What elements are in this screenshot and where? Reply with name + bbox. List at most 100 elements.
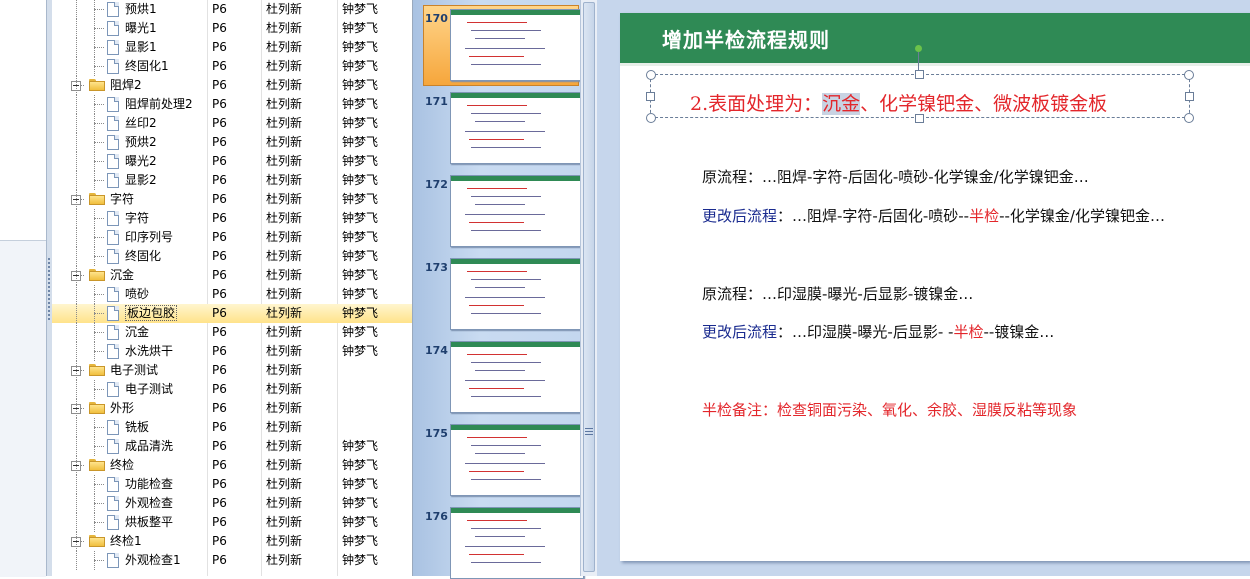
tree-row[interactable]: 终固化1 P6 杜列新 钟梦飞 (52, 57, 412, 76)
step-reviewer: 钟梦飞 (342, 171, 378, 190)
slide-heading[interactable]: 2.表面处理为：沉金、化学镍钯金、微波板镀金板 (690, 89, 1107, 116)
folder-icon (89, 364, 105, 376)
thumbnail-text-line (471, 528, 541, 529)
slide-title[interactable]: 增加半检流程规则 (662, 24, 830, 53)
tree-row[interactable]: 烘板整平 P6 杜列新 钟梦飞 (52, 513, 412, 532)
tree-row[interactable]: 显影1 P6 杜列新 钟梦飞 (52, 38, 412, 57)
resize-handle-bottom-right[interactable] (1184, 113, 1194, 123)
step-name-text: 沉金 (125, 325, 150, 339)
thumbnails-scrollbar[interactable] (580, 0, 598, 576)
step-reviewer: 钟梦飞 (342, 342, 378, 361)
step-code: P6 (212, 266, 227, 285)
tree-row[interactable]: 板边包胶 P6 杜列新 钟梦飞 (52, 304, 412, 323)
step-reviewer: 钟梦飞 (342, 247, 378, 266)
tree-folder-row[interactable]: 外形 P6 杜列新 (52, 399, 412, 418)
slide-thumbnail[interactable] (450, 175, 584, 247)
tree-folder-row[interactable]: 阻焊2 P6 杜列新 钟梦飞 (52, 76, 412, 95)
tree-row[interactable]: 预烘2 P6 杜列新 钟梦飞 (52, 133, 412, 152)
step-owner-text: 杜列新 (266, 553, 303, 567)
step-name-text: 终检1 (110, 534, 142, 548)
thumbnail-header-bar (451, 259, 583, 264)
tree-row[interactable]: 铣板 P6 杜列新 (52, 418, 412, 437)
tree-connector (76, 95, 77, 114)
step-code-text: P6 (212, 477, 227, 491)
tree-row[interactable]: 功能检查 P6 杜列新 钟梦飞 (52, 475, 412, 494)
resize-handle-right[interactable] (1185, 92, 1194, 101)
slide-thumbnail[interactable] (450, 424, 584, 496)
tree-folder-row[interactable]: 沉金 P6 杜列新 钟梦飞 (52, 266, 412, 285)
slide-canvas[interactable]: 增加半检流程规则 2.表面处理为：沉金、化学镍钯金、微波板镀金板 原流程：…阻焊… (620, 13, 1250, 561)
step-name: 水洗烘干 (125, 342, 173, 361)
folder-icon (89, 193, 105, 205)
slide-thumbnail[interactable] (450, 507, 584, 579)
resize-handle-bottom-left[interactable] (646, 113, 656, 123)
step-name: 终固化1 (125, 57, 169, 76)
resize-handle-top-right[interactable] (1184, 70, 1194, 80)
slide-thumbnail[interactable] (450, 258, 584, 330)
slide-thumbnail[interactable] (450, 9, 584, 81)
step-reviewer-text: 钟梦飞 (342, 553, 379, 567)
tree-row[interactable]: 印序列号 P6 杜列新 钟梦飞 (52, 228, 412, 247)
step-name-text: 板边包胶 (125, 305, 178, 321)
step-code: P6 (212, 532, 227, 551)
rotate-handle[interactable] (915, 45, 922, 52)
tree-row[interactable]: 外观检查1 P6 杜列新 钟梦飞 (52, 551, 412, 570)
tree-folder-row[interactable]: 电子测试 P6 杜列新 (52, 361, 412, 380)
slide-number: 174 (425, 344, 448, 357)
step-name-text: 终检 (110, 458, 135, 472)
step-name: 显影2 (125, 171, 157, 190)
step-owner-text: 杜列新 (266, 420, 303, 434)
step-name: 外形 (110, 399, 134, 418)
tree-row[interactable]: 成品清洗 P6 杜列新 钟梦飞 (52, 437, 412, 456)
tree-row[interactable]: 水洗烘干 P6 杜列新 钟梦飞 (52, 342, 412, 361)
step-owner-text: 杜列新 (266, 401, 303, 415)
tree-row[interactable]: 沉金 P6 杜列新 钟梦飞 (52, 323, 412, 342)
tree-row[interactable]: 电子测试 P6 杜列新 (52, 380, 412, 399)
step-code-text: P6 (212, 192, 227, 206)
step-name-text: 曝光1 (125, 21, 157, 35)
tree-folder-row[interactable]: 终检1 P6 杜列新 钟梦飞 (52, 532, 412, 551)
document-icon (107, 477, 119, 492)
step-code: P6 (212, 437, 227, 456)
document-icon (107, 2, 119, 17)
tree-connector (94, 123, 104, 124)
splitter-grip[interactable] (48, 258, 50, 320)
tree-row[interactable]: 曝光2 P6 杜列新 钟梦飞 (52, 152, 412, 171)
step-owner: 杜列新 (266, 133, 302, 152)
thumbnail-text-line (465, 131, 545, 132)
document-icon (107, 515, 119, 530)
tree-connector (94, 285, 95, 304)
step-name: 终检1 (110, 532, 142, 551)
tree-row[interactable]: 阻焊前处理2 P6 杜列新 钟梦飞 (52, 95, 412, 114)
resize-handle-top-left[interactable] (646, 70, 656, 80)
tree-row[interactable]: 丝印2 P6 杜列新 钟梦飞 (52, 114, 412, 133)
slide-number: 173 (425, 261, 448, 274)
tree-row[interactable]: 终固化 P6 杜列新 钟梦飞 (52, 247, 412, 266)
tree-connector (94, 133, 95, 152)
scrollbar-thumb[interactable] (583, 2, 595, 572)
tree-row[interactable]: 外观检查 P6 杜列新 钟梦飞 (52, 494, 412, 513)
step-code: P6 (212, 323, 227, 342)
tree-connector (94, 418, 95, 437)
tree-connector (94, 560, 104, 561)
step-code-text: P6 (212, 420, 227, 434)
tree-folder-row[interactable]: 字符 P6 杜列新 钟梦飞 (52, 190, 412, 209)
thumbnail-text-line (471, 147, 541, 148)
tree-row[interactable]: 显影2 P6 杜列新 钟梦飞 (52, 171, 412, 190)
slide-thumbnail[interactable] (450, 92, 584, 164)
tree-row[interactable]: 喷砂 P6 杜列新 钟梦飞 (52, 285, 412, 304)
tree-row[interactable]: 曝光1 P6 杜列新 钟梦飞 (52, 19, 412, 38)
step-owner: 杜列新 (266, 0, 302, 19)
resize-handle-left[interactable] (646, 92, 655, 101)
tree-connector (94, 351, 104, 352)
tree-connector (76, 114, 77, 133)
resize-handle-top[interactable] (915, 70, 924, 79)
step-name: 曝光1 (125, 19, 157, 38)
slide-thumbnail[interactable] (450, 341, 584, 413)
tree-folder-row[interactable]: 终检 P6 杜列新 钟梦飞 (52, 456, 412, 475)
tree-connector (76, 304, 77, 323)
tree-row[interactable]: 预烘1 P6 杜列新 钟梦飞 (52, 0, 412, 19)
step-reviewer-text: 钟梦飞 (342, 249, 379, 263)
document-icon (107, 306, 119, 321)
tree-row[interactable]: 字符 P6 杜列新 钟梦飞 (52, 209, 412, 228)
